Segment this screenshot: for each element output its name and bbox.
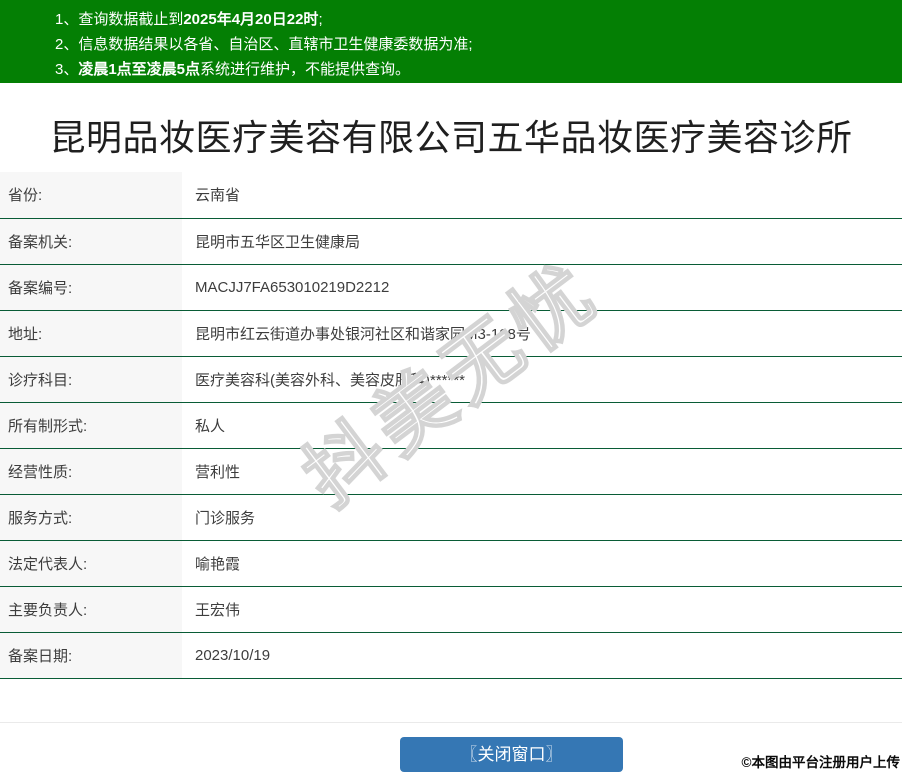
- divider-line: [0, 722, 902, 723]
- facility-info-table: 省份: 云南省 备案机关: 昆明市五华区卫生健康局 备案编号: MACJJ7FA…: [0, 172, 902, 679]
- row-value: 营利性: [182, 448, 902, 495]
- row-value: 门诊服务: [182, 494, 902, 541]
- table-row: 诊疗科目: 医疗美容科(美容外科、美容皮肤科)******: [0, 356, 902, 403]
- row-label: 法定代表人:: [0, 540, 182, 587]
- row-label: 地址:: [0, 310, 182, 357]
- row-value: 昆明市红云街道办事处银河社区和谐家园M3-108号: [182, 310, 902, 357]
- row-label: 备案编号:: [0, 264, 182, 311]
- row-label: 备案日期:: [0, 632, 182, 679]
- row-value: 喻艳霞: [182, 540, 902, 587]
- notice-line-2-text: 2、信息数据结果以各省、自治区、直辖市卫生健康委数据为准;: [55, 36, 473, 53]
- table-row: 备案日期: 2023/10/19: [0, 632, 902, 679]
- table-row: 法定代表人: 喻艳霞: [0, 540, 902, 587]
- close-window-button[interactable]: 〖关闭窗口〗: [400, 737, 623, 772]
- table-row: 经营性质: 营利性: [0, 448, 902, 495]
- notice-line-3-bold: 凌晨1点至凌晨5点: [78, 61, 201, 78]
- row-value: 私人: [182, 402, 902, 449]
- notice-bar: 1、查询数据截止到2025年4月20日22时; 2、信息数据结果以各省、自治区、…: [0, 0, 902, 83]
- row-label: 诊疗科目:: [0, 356, 182, 403]
- row-value: 云南省: [182, 172, 902, 219]
- row-label: 所有制形式:: [0, 402, 182, 449]
- table-row: 所有制形式: 私人: [0, 402, 902, 449]
- notice-line-1-tail: ;: [318, 11, 323, 28]
- notice-line-1: 1、查询数据截止到2025年4月20日22时;: [55, 7, 892, 32]
- table-row: 备案编号: MACJJ7FA653010219D2212: [0, 264, 902, 311]
- row-label: 经营性质:: [0, 448, 182, 495]
- page-title: 昆明品妆医疗美容有限公司五华品妆医疗美容诊所: [49, 117, 853, 158]
- notice-line-3-text: 3、: [55, 61, 79, 78]
- notice-line-1-text: 1、查询数据截止到: [55, 11, 184, 28]
- table-row: 主要负责人: 王宏伟: [0, 586, 902, 633]
- table-row: 省份: 云南省: [0, 172, 902, 219]
- row-label: 服务方式:: [0, 494, 182, 541]
- notice-line-2: 2、信息数据结果以各省、自治区、直辖市卫生健康委数据为准;: [55, 32, 892, 57]
- row-value: MACJJ7FA653010219D2212: [182, 264, 902, 311]
- table-row: 备案机关: 昆明市五华区卫生健康局: [0, 218, 902, 265]
- notice-line-3-tail: 系统进行维护，不能提供查询。: [200, 61, 411, 78]
- notice-line-1-bold: 2025年4月20日22时: [183, 11, 319, 28]
- table-row: 地址: 昆明市红云街道办事处银河社区和谐家园M3-108号: [0, 310, 902, 357]
- row-value: 王宏伟: [182, 586, 902, 633]
- row-label: 省份:: [0, 172, 182, 219]
- table-row: 服务方式: 门诊服务: [0, 494, 902, 541]
- uploader-copyright-note: ©本图由平台注册用户上传: [741, 755, 900, 770]
- row-value: 2023/10/19: [182, 632, 902, 679]
- notice-line-3: 3、凌晨1点至凌晨5点系统进行维护，不能提供查询。: [55, 57, 892, 82]
- row-label: 备案机关:: [0, 218, 182, 265]
- row-label: 主要负责人:: [0, 586, 182, 633]
- row-value: 昆明市五华区卫生健康局: [182, 218, 902, 265]
- row-value: 医疗美容科(美容外科、美容皮肤科)******: [182, 356, 902, 403]
